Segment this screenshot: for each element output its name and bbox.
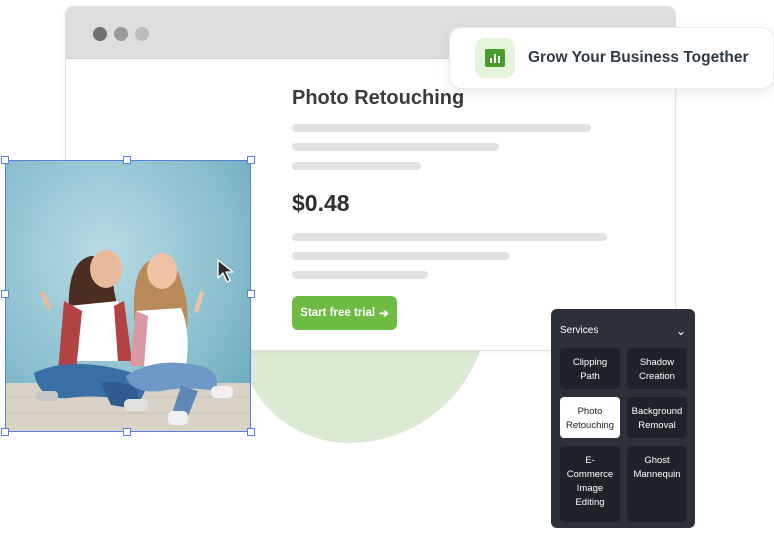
window-dot-icon[interactable]	[114, 27, 128, 41]
resize-handle[interactable]	[1, 290, 9, 298]
badge-text: Grow Your Business Together	[528, 49, 749, 66]
service-clipping-path[interactable]: Clipping Path	[560, 348, 620, 389]
placeholder-line	[292, 143, 499, 151]
window-dot-icon[interactable]	[93, 27, 107, 41]
resize-handle[interactable]	[123, 156, 131, 164]
window-dot-icon[interactable]	[135, 27, 149, 41]
services-dropdown[interactable]: Services ⌄	[560, 323, 686, 338]
resize-handle[interactable]	[123, 428, 131, 436]
product-title: Photo Retouching	[292, 87, 465, 109]
growth-badge: Grow Your Business Together	[449, 27, 774, 89]
start-free-trial-button[interactable]: Start free trial ➔	[292, 296, 397, 330]
service-ghost-mannequin[interactable]: Ghost Mannequin	[627, 446, 687, 522]
arrow-right-icon: ➔	[379, 308, 389, 320]
service-photo-retouching[interactable]: Photo Retouching	[560, 397, 620, 438]
product-price: $0.48	[292, 190, 350, 216]
service-ecommerce-image-editing[interactable]: E-Commerce Image Editing	[560, 446, 620, 522]
resize-handle[interactable]	[247, 156, 255, 164]
selected-photo[interactable]	[5, 160, 251, 432]
cta-label: Start free trial	[300, 307, 376, 319]
placeholder-line	[292, 252, 510, 260]
resize-handle[interactable]	[1, 156, 9, 164]
placeholder-line	[292, 124, 591, 132]
service-background-removal[interactable]: Background Removal	[627, 397, 687, 438]
services-panel: Services ⌄ Clipping Path Shadow Creation…	[551, 309, 695, 528]
service-shadow-creation[interactable]: Shadow Creation	[627, 348, 687, 389]
placeholder-line	[292, 162, 421, 170]
placeholder-line	[292, 233, 607, 241]
chevron-down-icon: ⌄	[675, 323, 686, 338]
photo-image	[6, 161, 250, 431]
services-title: Services	[560, 325, 599, 336]
resize-handle[interactable]	[247, 428, 255, 436]
resize-handle[interactable]	[1, 428, 9, 436]
mouse-cursor-icon	[216, 258, 238, 289]
bar-chart-icon	[475, 38, 515, 78]
resize-handle[interactable]	[247, 290, 255, 298]
placeholder-line	[292, 271, 428, 279]
